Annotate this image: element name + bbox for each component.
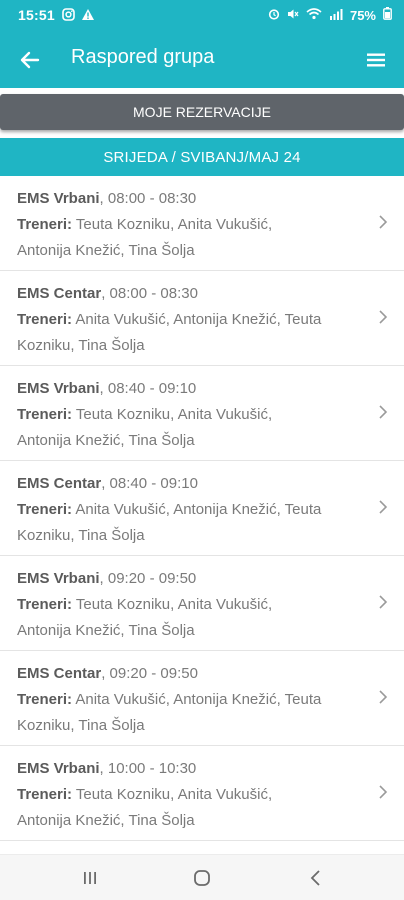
system-nav-bar [0, 854, 404, 900]
home-button[interactable] [182, 865, 222, 891]
session-time: , 08:00 - 08:30 [101, 285, 198, 302]
trainers-names: Anita Vukušić, Antonija Knežić, Teuta [72, 311, 322, 328]
session-location: EMS Vrbani [17, 190, 100, 207]
session-trainers-line: Treneri: Anita Vukušić, Antonija Knežić,… [17, 497, 364, 523]
list-item[interactable]: EMS Vrbani, 08:00 - 08:30 Treneri: Teuta… [0, 176, 404, 271]
nav-back-button[interactable] [296, 865, 336, 891]
trainers-label: Treneri: [17, 786, 73, 803]
session-time: , 09:20 - 09:50 [99, 570, 197, 587]
session-location: EMS Vrbani [17, 570, 100, 587]
session-time: , 08:00 - 08:30 [99, 190, 197, 207]
recents-icon [84, 872, 96, 884]
session-trainers-line-2: Antonija Knežić, Tina Šolja [17, 812, 195, 829]
session-title-line: EMS Centar, 08:00 - 08:30 [17, 281, 364, 307]
trainers-label: Treneri: [17, 596, 73, 613]
session-trainers-line: Treneri: Teuta Kozniku, Anita Vukušić, [17, 402, 364, 428]
session-title-line: EMS Centar, 08:40 - 09:10 [17, 471, 364, 497]
chevron-right-icon [379, 310, 388, 324]
trainers-label: Treneri: [17, 691, 73, 708]
session-title-line: EMS Vrbani, 08:00 - 08:30 [17, 186, 364, 212]
session-title-line: EMS Centar, 09:20 - 09:50 [17, 661, 364, 687]
session-list: EMS Vrbani, 08:00 - 08:30 Treneri: Teuta… [0, 176, 404, 854]
recents-button[interactable] [70, 865, 110, 891]
status-time: 15:51 [18, 7, 55, 23]
list-item[interactable]: EMS Centar, 08:40 - 09:10 Treneri: Anita… [0, 461, 404, 556]
mute-icon [287, 8, 299, 23]
trainers-names: Teuta Kozniku, Anita Vukušić, [72, 786, 273, 803]
session-trainers-line-2: Antonija Knežić, Tina Šolja [17, 622, 195, 639]
session-location: EMS Vrbani [17, 380, 100, 397]
app-bar: Raspored grupa [0, 32, 404, 88]
session-title-line: EMS Vrbani, 09:20 - 09:50 [17, 566, 364, 592]
status-bar: 15:51 75% [0, 0, 404, 32]
session-title-line: EMS Vrbani, 08:40 - 09:10 [17, 376, 364, 402]
status-left-icons [62, 8, 95, 26]
chevron-right-icon [379, 405, 388, 419]
session-trainers-line: Treneri: Anita Vukušić, Antonija Knežić,… [17, 687, 364, 713]
chevron-right-icon [379, 690, 388, 704]
instagram-icon [62, 8, 75, 26]
session-trainers-line: Treneri: Anita Vukušić, Antonija Knežić,… [17, 307, 364, 333]
chevron-right-icon [379, 215, 388, 229]
session-time: , 09:20 - 09:50 [101, 665, 198, 682]
trainers-names: Teuta Kozniku, Anita Vukušić, [72, 406, 273, 423]
wifi-icon [306, 7, 322, 23]
session-trainers-line: Treneri: Teuta Kozniku, Anita Vukušić, [17, 782, 364, 808]
session-location: EMS Centar [17, 475, 102, 492]
session-location: EMS Centar [17, 285, 102, 302]
page-title: Raspored grupa [71, 46, 215, 68]
list-item[interactable]: EMS Vrbani, 10:00 - 10:30 Treneri: Teuta… [0, 746, 404, 841]
alarm-icon [268, 8, 280, 23]
warning-icon [81, 8, 95, 26]
trainers-names: Anita Vukušić, Antonija Knežić, Teuta [72, 501, 322, 518]
date-header: SRIJEDA / SVIBANJ/MAJ 24 [0, 138, 404, 176]
session-time: , 08:40 - 09:10 [101, 475, 198, 492]
session-trainers-line-2: Kozniku, Tina Šolja [17, 337, 145, 354]
battery-percent: 75% [349, 7, 376, 23]
session-trainers-line: Treneri: Teuta Kozniku, Anita Vukušić, [17, 212, 364, 238]
signal-icon [329, 8, 343, 23]
session-location: EMS Vrbani [17, 760, 100, 777]
hamburger-menu-icon [367, 53, 385, 67]
trainers-label: Treneri: [17, 311, 73, 328]
back-button[interactable] [14, 44, 46, 76]
trainers-label: Treneri: [17, 501, 73, 518]
session-trainers-line-2: Kozniku, Tina Šolja [17, 527, 145, 544]
session-location: EMS Centar [17, 665, 102, 682]
home-icon [194, 870, 210, 886]
session-trainers-line-2: Antonija Knežić, Tina Šolja [17, 432, 195, 449]
session-trainers-line-2: Kozniku, Tina Šolja [17, 717, 145, 734]
chevron-right-icon [379, 595, 388, 609]
session-time: , 10:00 - 10:30 [99, 760, 197, 777]
list-item[interactable]: EMS Centar, 09:20 - 09:50 Treneri: Anita… [0, 651, 404, 746]
session-title-line: EMS Vrbani, 10:00 - 10:30 [17, 756, 364, 782]
chevron-right-icon [379, 785, 388, 799]
arrow-left-icon [20, 51, 40, 69]
trainers-label: Treneri: [17, 406, 73, 423]
list-item[interactable]: EMS Vrbani, 09:20 - 09:50 Treneri: Teuta… [0, 556, 404, 651]
trainers-names: Teuta Kozniku, Anita Vukušić, [72, 216, 273, 233]
session-time: , 08:40 - 09:10 [99, 380, 197, 397]
my-reservations-button[interactable]: MOJE REZERVACIJE [0, 94, 404, 130]
trainers-names: Teuta Kozniku, Anita Vukušić, [72, 596, 273, 613]
trainers-label: Treneri: [17, 216, 73, 233]
status-right-icons: 75% [268, 7, 392, 23]
list-item[interactable]: EMS Centar, 08:00 - 08:30 Treneri: Anita… [0, 271, 404, 366]
session-trainers-line-2: Antonija Knežić, Tina Šolja [17, 242, 195, 259]
menu-button[interactable] [360, 44, 392, 76]
session-trainers-line: Treneri: Teuta Kozniku, Anita Vukušić, [17, 592, 364, 618]
chevron-right-icon [379, 500, 388, 514]
trainers-names: Anita Vukušić, Antonija Knežić, Teuta [72, 691, 322, 708]
nav-back-icon [310, 870, 320, 886]
battery-icon [383, 7, 392, 23]
list-item-partial[interactable] [0, 841, 404, 854]
list-item[interactable]: EMS Vrbani, 08:40 - 09:10 Treneri: Teuta… [0, 366, 404, 461]
